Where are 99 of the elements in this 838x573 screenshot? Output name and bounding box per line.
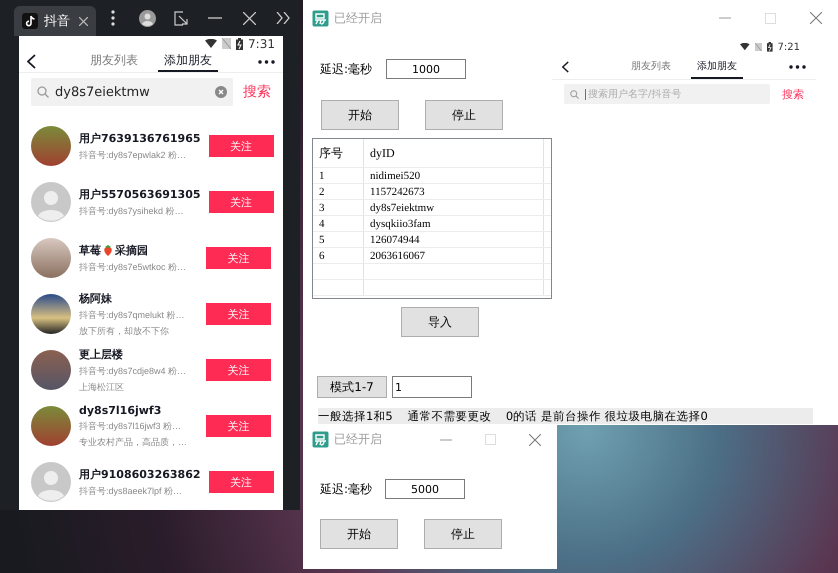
delay-label: 延迟:毫秒: [320, 60, 372, 78]
tab-title: 抖音: [44, 13, 71, 30]
delay-input[interactable]: 5000: [385, 479, 466, 499]
delay-label: 延迟:毫秒: [320, 480, 372, 498]
status-time: 7:31: [248, 36, 275, 51]
import-button[interactable]: 导入: [401, 307, 479, 337]
status-time: 7:21: [778, 42, 800, 52]
avatar-photo: [31, 238, 71, 278]
wifi-icon: [740, 43, 750, 51]
avatar-icon: [31, 462, 71, 502]
nav-tab[interactable]: 添加朋友: [158, 52, 218, 72]
no-sim-icon: [754, 42, 762, 52]
battery-icon: [766, 42, 773, 52]
search-icon: [570, 90, 579, 98]
back-icon[interactable]: [27, 54, 36, 70]
close-icon[interactable]: [79, 16, 88, 26]
table-cell: 1157242673: [364, 184, 544, 199]
back-icon[interactable]: [562, 60, 569, 72]
table-cell: 1: [313, 168, 364, 183]
follow-button[interactable]: 关注: [208, 471, 274, 493]
account-icon[interactable]: [138, 10, 156, 26]
search-input[interactable]: dy8s7eiektmw: [55, 84, 209, 100]
strawberry-icon: [102, 244, 114, 256]
resize-icon[interactable]: [174, 10, 188, 26]
action-button[interactable]: 停止: [424, 519, 502, 549]
nav-tab[interactable]: 添加朋友: [691, 54, 743, 79]
hint-text: 一般选择1和5 通常不需要更改 0的话 是前台操作 很垃圾电脑在选择0: [318, 408, 708, 424]
more-icon[interactable]: [258, 60, 275, 64]
table-cell: 2: [313, 184, 364, 199]
no-sim-icon: [222, 38, 232, 50]
action-button[interactable]: 开始: [320, 519, 398, 549]
user-bio: 上海松江区: [79, 380, 125, 394]
avatar-photo: [31, 294, 71, 334]
clear-icon[interactable]: [215, 86, 227, 98]
user-name: 更上层楼: [79, 346, 123, 362]
table-cell: dysqkiio3fam: [364, 216, 544, 231]
user-name: 杨阿妹: [79, 290, 112, 306]
follow-button[interactable]: 关注: [206, 247, 271, 269]
user-id: 抖音号:dys8aeek7lpf 粉…: [79, 484, 184, 498]
search-field[interactable]: dy8s7eiektmw: [31, 78, 233, 106]
more-icon[interactable]: [789, 64, 806, 68]
follow-button[interactable]: 关注: [208, 191, 274, 213]
user-id: 抖音号:dy8s7qmelukt 粉…: [79, 308, 186, 322]
nav-tab[interactable]: 朋友列表: [84, 52, 144, 72]
column-header: 序号: [313, 139, 364, 167]
user-id: 抖音号:dy8s7cdje8w4 粉…: [79, 364, 188, 378]
table-cell: dy8s7eiektmw: [364, 200, 544, 215]
table-cell: 5: [313, 232, 364, 247]
search-icon: [37, 86, 49, 98]
user-id: 抖音号:dy8s7e5wtkoc 粉…: [79, 260, 188, 274]
mode-input[interactable]: 1: [392, 376, 472, 398]
search-button[interactable]: 搜索: [782, 86, 804, 102]
user-id: 抖音号:dy8s7l16jwf3 粉…: [79, 420, 182, 432]
table-cell: 4: [313, 216, 364, 231]
follow-button[interactable]: 关注: [208, 135, 274, 157]
user-name: 用户5570563691305: [79, 186, 200, 202]
follow-button[interactable]: 关注: [206, 359, 271, 381]
table-cell: 6: [313, 248, 364, 263]
avatar-photo: [31, 126, 71, 166]
minimize-icon[interactable]: [719, 17, 731, 19]
wifi-icon: [205, 39, 218, 48]
app-icon: [312, 10, 329, 26]
user-bio: 专业农村产品，高品质，…: [79, 436, 188, 448]
app-tab[interactable]: 抖音: [14, 6, 96, 36]
user-name: 草莓: [79, 242, 101, 258]
minimize-icon[interactable]: [440, 438, 452, 440]
minimize-icon[interactable]: [208, 17, 222, 19]
user-id: 抖音号:dy8s7ysihekd 粉…: [79, 204, 185, 218]
user-name: 用户9108603263862: [79, 466, 200, 482]
nav-tab[interactable]: 朋友列表: [625, 54, 677, 79]
close-icon[interactable]: [242, 12, 256, 24]
avatar-photo: [31, 406, 71, 446]
close-icon[interactable]: [529, 434, 541, 446]
user-name: 采摘园: [115, 242, 148, 258]
window-title: 已经开启: [334, 431, 383, 448]
follow-button[interactable]: 关注: [206, 303, 271, 325]
avatar-icon: [31, 182, 71, 222]
table-cell: nidimei520: [364, 168, 544, 183]
action-button[interactable]: 停止: [425, 100, 503, 130]
user-bio: 放下所有，却放不下你: [79, 324, 170, 338]
avatar-photo: [31, 350, 71, 390]
column-header: dyID: [364, 139, 544, 167]
delay-input[interactable]: 1000: [386, 59, 466, 79]
user-id: 抖音号:dy8s7epwlak2 粉…: [79, 148, 188, 162]
window-title: 已经开启: [334, 10, 383, 26]
user-name: 用户7639136761965: [79, 130, 200, 146]
music-note-icon: [22, 13, 38, 29]
double-chevron-icon[interactable]: [276, 12, 290, 24]
mode-button[interactable]: 模式1-7: [317, 376, 387, 398]
follow-button[interactable]: 关注: [206, 415, 271, 437]
table-cell: 126074944: [364, 232, 544, 247]
action-button[interactable]: 开始: [321, 100, 399, 130]
search-button[interactable]: 搜索: [243, 83, 271, 101]
table-cell: 2063616067: [364, 248, 544, 263]
close-icon[interactable]: [810, 12, 822, 24]
kebab-menu-icon[interactable]: [111, 10, 115, 26]
table-cell: 3: [313, 200, 364, 215]
app-icon: [312, 431, 329, 448]
user-name: dy8s7l16jwf3: [79, 404, 162, 416]
